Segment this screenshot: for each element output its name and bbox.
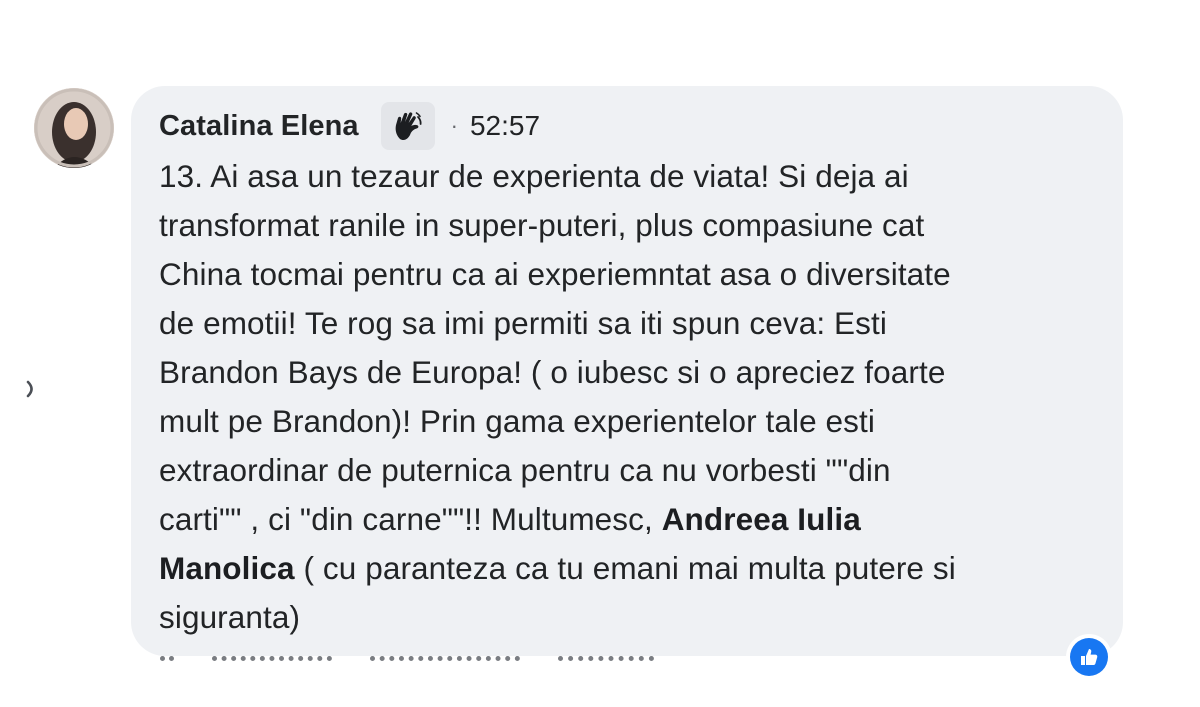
mention-link[interactable]: Andreea Iulia — [662, 501, 861, 537]
waving-hand-icon[interactable] — [380, 102, 435, 150]
avatar[interactable] — [34, 88, 114, 168]
comment-line: Brandon Bays de Europa! ( o iubesc si o … — [159, 354, 946, 390]
comment-line: 13. Ai asa un tezaur de experienta de vi… — [159, 158, 909, 194]
comment-timestamp[interactable]: 52:57 — [470, 110, 540, 142]
comment-line: China tocmai pentru ca ai experiemntat a… — [159, 256, 951, 292]
action-fragment — [212, 656, 332, 668]
comment-text: 13. Ai asa un tezaur de experienta de vi… — [159, 152, 1099, 642]
comment-line: transformat ranile in super-puteri, plus… — [159, 207, 925, 243]
action-fragment — [160, 656, 174, 668]
comment-line: siguranta) — [159, 599, 301, 635]
avatar-photo — [34, 88, 114, 168]
comment-header: Catalina Elena · 52:57 — [159, 102, 540, 150]
comment-line: mult pe Brandon)! Prin gama experientelo… — [159, 403, 875, 439]
comment-actions-cut — [160, 656, 654, 668]
comment-bubble: Catalina Elena · 52:57 13. Ai asa un tez… — [131, 86, 1123, 656]
comment-line: carti"" , ci "din carne""!! Multumesc, A… — [159, 495, 1099, 544]
comment-line-text: carti"" , ci "din carne""!! Multumesc, — [159, 501, 662, 537]
action-fragment — [370, 656, 520, 668]
separator-dot: · — [450, 113, 458, 138]
chevron-right-icon[interactable] — [24, 378, 38, 400]
comment-line: extraordinar de puternica pentru ca nu v… — [159, 452, 891, 488]
comment-line: de emotii! Te rog sa imi permiti sa iti … — [159, 305, 887, 341]
like-icon — [1070, 638, 1108, 676]
comment-line-text: ( cu paranteza ca tu emani mai multa put… — [294, 550, 956, 586]
mention-link[interactable]: Manolica — [159, 550, 295, 586]
comment-line: Manolica ( cu paranteza ca tu emani mai … — [159, 544, 1099, 593]
crop-edge — [0, 668, 1200, 707]
author-name[interactable]: Catalina Elena — [159, 110, 359, 143]
action-fragment — [558, 656, 654, 668]
comment-view: Catalina Elena · 52:57 13. Ai asa un tez… — [0, 0, 1200, 707]
like-reaction[interactable] — [1066, 634, 1112, 680]
